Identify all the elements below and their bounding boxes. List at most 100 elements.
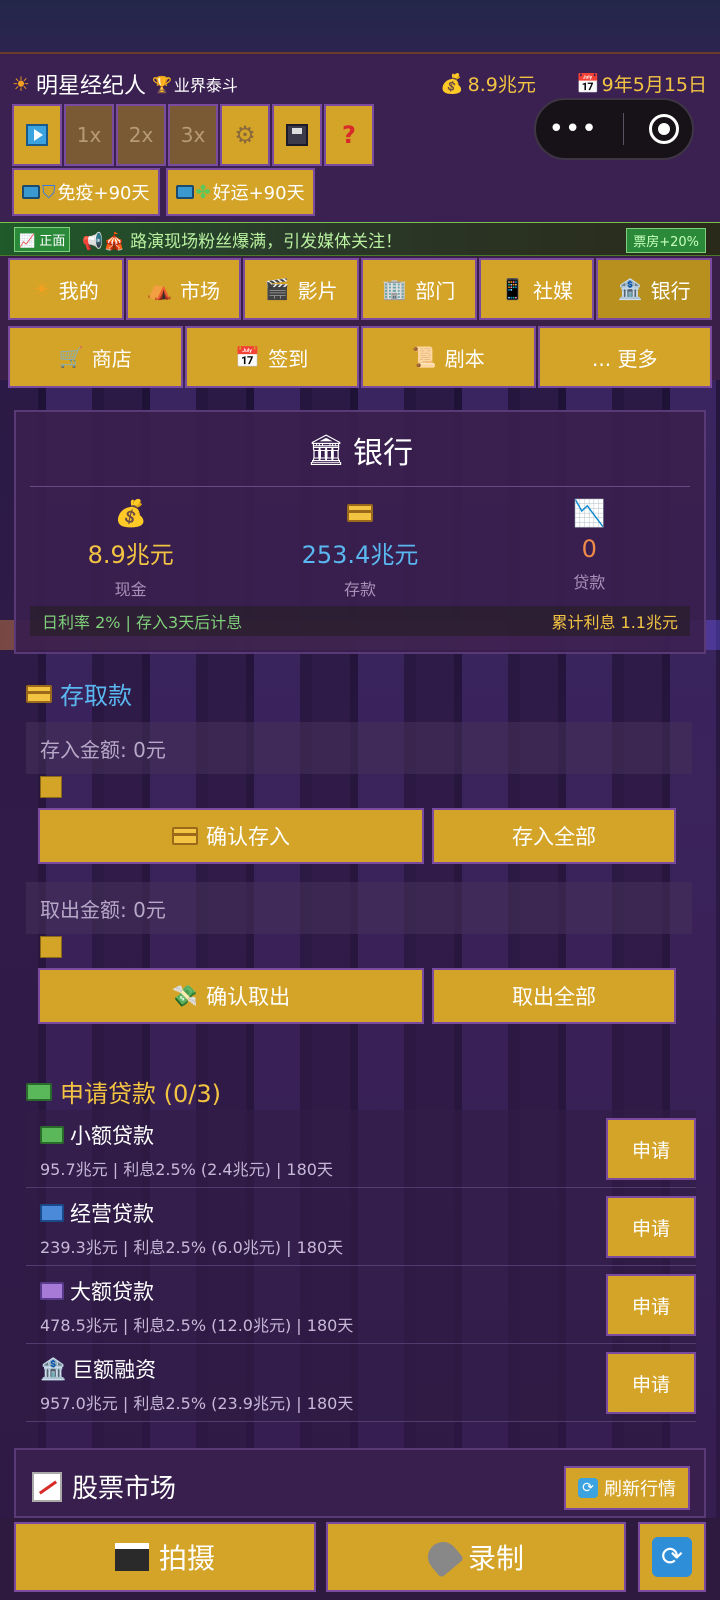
withdraw-all-label: 取出全部 [512,985,596,1009]
deposit-amount-field[interactable]: 存入金额: 0元 [26,722,692,774]
close-target-icon[interactable] [649,114,680,144]
credit-card-icon [26,684,52,703]
loan-value: 0 [581,535,597,563]
tent-icon: ⛺ [147,277,172,301]
dollar-bill-icon [40,1126,64,1144]
cash-value: 8.9兆元 [87,541,174,569]
tv-icon [175,185,194,199]
transfer-section-title: 存取款 [26,676,132,711]
nav-label: 我的 [58,278,99,303]
apply-loan-button[interactable]: 申请 [606,1196,696,1258]
withdraw-slider[interactable] [40,936,62,958]
news-tag: 📈 正面 [14,226,71,252]
news-message: 路演现场粉丝爆满，引发媒体关注！ [130,231,403,252]
nav-scripts[interactable]: 📜 剧本 [361,326,536,388]
loan-name: 小额贷款 [40,1120,154,1150]
question-icon: ? [342,121,356,149]
deposit-all-button[interactable]: 存入全部 [432,808,676,864]
confirm-deposit-button[interactable]: 确认存入 [38,808,424,864]
deposit-all-label: 存入全部 [512,825,596,849]
loan-terms: 957.0兆元 | 利息2.5% (23.9兆元) | 180天 [40,1394,354,1413]
shoot-button[interactable]: 拍摄 [14,1522,316,1592]
apply-loan-button[interactable]: 申请 [606,1274,696,1336]
withdraw-amount-field[interactable]: 取出金额: 0元 [26,882,692,934]
record-label: 录制 [467,1542,524,1575]
buff-row: ⛉ 免疫+90天 ✤ 好运+90天 [12,168,315,216]
sun-icon: ☀ [32,277,51,301]
rank-badge: 🏆 业界泰斗 [152,72,238,96]
record-button[interactable]: 录制 [326,1522,626,1592]
nav-label: 银行 [650,278,691,303]
tv-icon [22,185,40,199]
rank-label: 业界泰斗 [173,76,238,95]
bank-icon: 🏦 [40,1356,67,1381]
interest-bar: 日利率 2% | 存入3天后计息 累计利息 1.1兆元 [30,606,690,636]
nav-label: ... 更多 [592,346,658,371]
save-icon [286,124,308,146]
app-title: 明星经纪人 [35,74,146,99]
refresh-market-button[interactable]: ⟳ 刷新行情 [564,1466,690,1510]
speed-1x-button[interactable]: 1x [64,104,114,166]
date-display: 📅 9年5月15日 [576,70,707,97]
buff-luck[interactable]: ✤ 好运+90天 [165,168,315,216]
nav-label: 部门 [415,278,456,303]
sun-icon: ☀ [12,72,30,96]
clover-icon: ✤ [195,181,211,203]
nav-departments[interactable]: 🏢 部门 [361,258,477,320]
loan-item-business: 经营贷款 239.3兆元 | 利息2.5% (6.0兆元) | 180天 申请 [26,1188,696,1266]
buff-label: 免疫+90天 [57,183,150,204]
loan-name-label: 小额贷款 [70,1124,154,1148]
clapper-icon: 🎬 [264,277,290,301]
nav-label: 剧本 [444,346,485,371]
save-button[interactable] [272,104,322,166]
nav-market[interactable]: ⛺ 市场 [125,258,242,320]
divider [30,486,690,487]
deposit-slider[interactable] [40,776,62,798]
speed-3x-button[interactable]: 3x [168,104,218,166]
date-value: 9年5月15日 [601,74,708,96]
buff-immunity[interactable]: ⛉ 免疫+90天 [12,168,160,216]
confirm-deposit-label: 确认存入 [206,825,290,849]
nav-mine[interactable]: ☀ 我的 [8,258,124,320]
help-button[interactable]: ? [324,104,374,166]
apply-loan-button[interactable]: 申请 [606,1118,696,1180]
refresh-icon: ⟳ [578,1478,598,1498]
gear-icon: ⚙ [234,121,256,149]
loan-terms: 478.5兆元 | 利息2.5% (12.0兆元) | 180天 [40,1316,354,1335]
shield-icon: ⛉ [42,181,56,203]
more-dots-icon[interactable]: ••• [549,114,598,144]
nav-films[interactable]: 🎬 影片 [243,258,360,320]
loan-section-title: 申请贷款 (0/3) [26,1074,221,1109]
speed-2x-button[interactable]: 2x [116,104,166,166]
deposit-label: 存款 [343,580,376,599]
nav-bank[interactable]: 🏦 银行 [596,258,713,320]
loan-name: 大额贷款 [40,1276,154,1306]
settings-button[interactable]: ⚙ [220,104,270,166]
refresh-label: 刷新行情 [604,1479,676,1500]
news-tag-label: 正面 [39,233,66,249]
nav-label: 社媒 [532,278,573,303]
nav-label: 签到 [268,346,309,371]
title-row: ☀ 明星经纪人 🏆 业界泰斗 [12,68,238,100]
play-button[interactable] [12,104,62,166]
stat-cash: 💰 8.9兆元 现金 [31,499,231,600]
apply-loan-button[interactable]: 申请 [606,1352,696,1414]
withdraw-all-button[interactable]: 取出全部 [432,968,676,1024]
status-bar-area [0,0,720,52]
nav-shop[interactable]: 🛒 商店 [8,326,183,388]
confirm-withdraw-button[interactable]: 💸 确认取出 [38,968,424,1024]
chart-down-icon: 📉 [573,499,606,529]
loan-name: 经营贷款 [40,1198,154,1228]
phone-icon: 📱 [500,277,525,301]
nav-more[interactable]: ... 更多 [537,326,712,388]
credit-card-icon [172,827,198,845]
shoot-label: 拍摄 [158,1542,215,1575]
nav-checkin[interactable]: 📅 签到 [184,326,359,388]
bank-title-label: 银行 [353,436,414,471]
loan-terms: 95.7兆元 | 利息2.5% (2.4兆元) | 180天 [40,1160,333,1179]
loan-list: 小额贷款 95.7兆元 | 利息2.5% (2.4兆元) | 180天 申请 经… [26,1110,696,1422]
money-icon [26,1082,52,1101]
stat-loan: 📉 0 贷款 [489,499,689,600]
nav-social[interactable]: 📱 社媒 [478,258,595,320]
sync-button[interactable]: ⟳ [638,1522,706,1592]
